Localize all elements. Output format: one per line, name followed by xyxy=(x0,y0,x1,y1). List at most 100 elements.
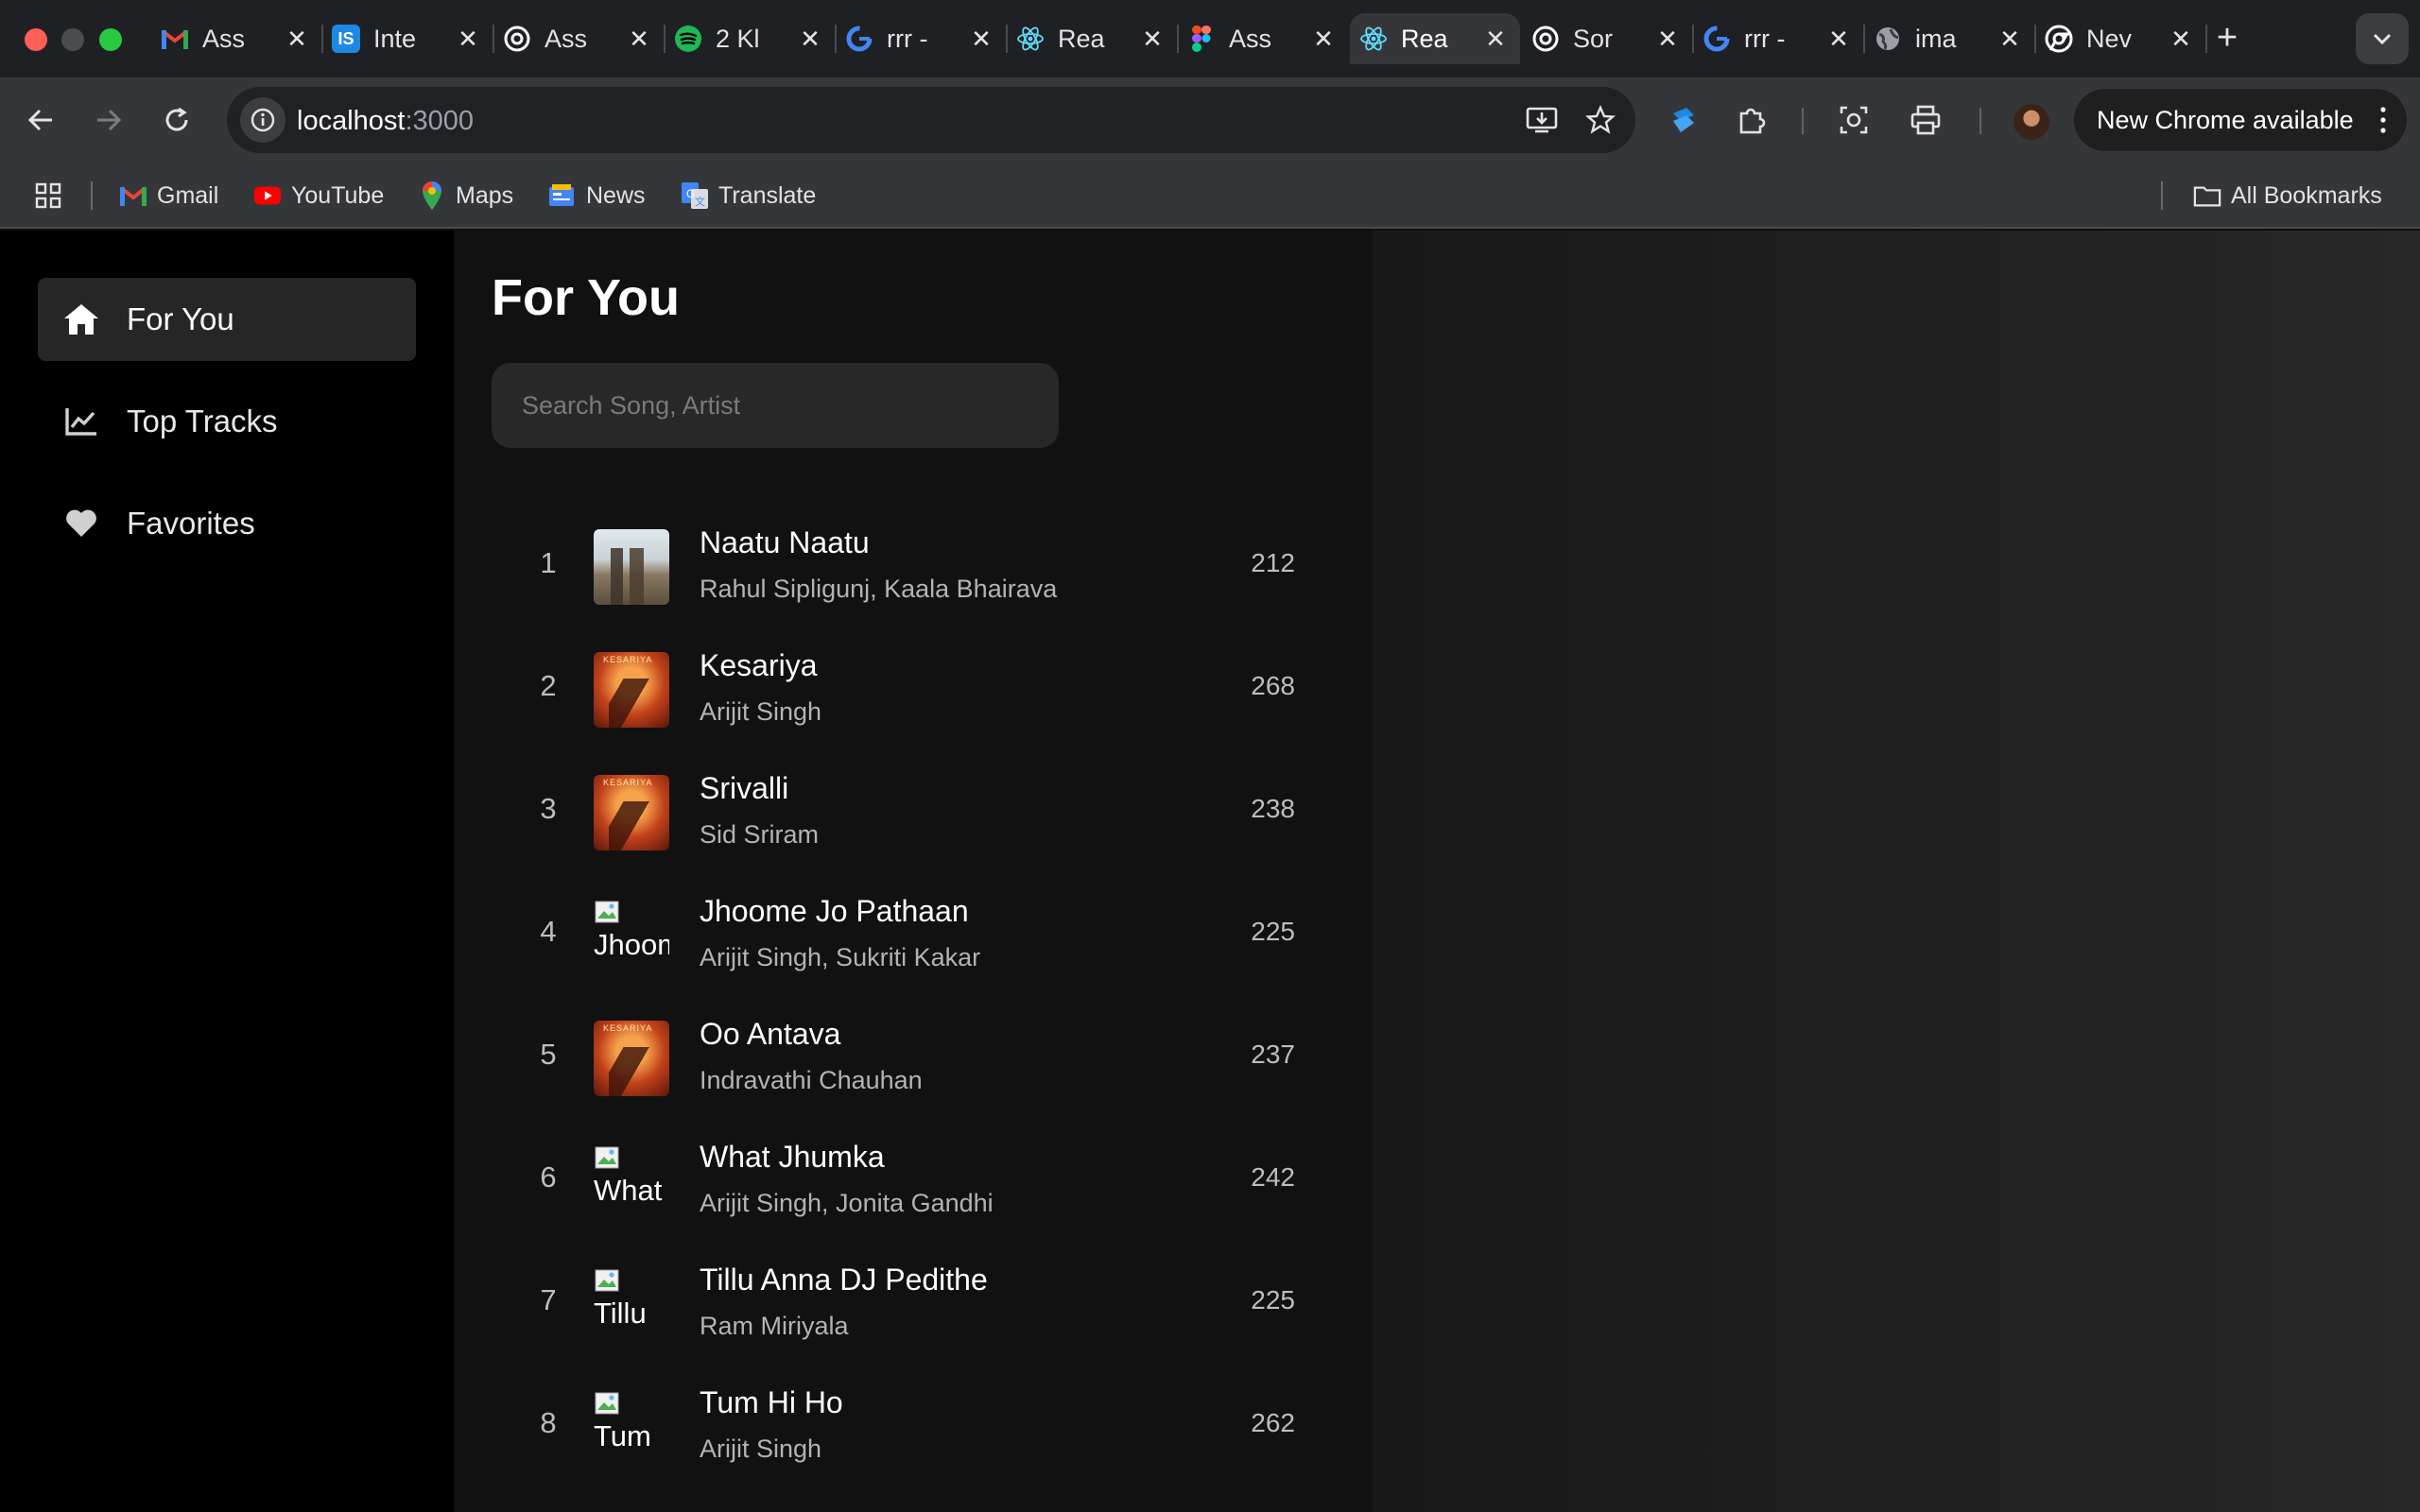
track-title: Oo Antava xyxy=(700,1017,841,1051)
printer-icon xyxy=(1910,105,1941,135)
address-bar[interactable]: localhost:3000 xyxy=(227,87,1635,153)
close-icon[interactable]: ✕ xyxy=(1135,22,1169,56)
tab-search-button[interactable] xyxy=(2356,13,2409,64)
url-text: localhost:3000 xyxy=(297,106,474,137)
back-button[interactable] xyxy=(19,98,62,142)
track-play-count: 225 xyxy=(1251,1285,1295,1314)
new-tab-button[interactable]: + xyxy=(2208,18,2246,58)
window-zoom-button[interactable] xyxy=(99,28,122,51)
sidebar-item-favorites[interactable]: Favorites xyxy=(38,482,416,565)
tab-separator xyxy=(2205,25,2207,53)
reload-button[interactable] xyxy=(155,98,199,142)
forward-button[interactable] xyxy=(87,98,130,142)
tab-title: Inte xyxy=(373,24,417,53)
install-app-button[interactable] xyxy=(1522,100,1562,140)
spotify-icon xyxy=(674,25,702,53)
browser-tab[interactable]: Nev ✕ xyxy=(2035,13,2207,64)
browser-tab[interactable]: Ass ✕ xyxy=(493,13,666,64)
track-row[interactable]: 8 Tum Tum Hi Ho Arijit Singh 262 xyxy=(520,1370,1295,1484)
home-icon xyxy=(62,301,100,338)
puzzle-icon xyxy=(1739,108,1766,134)
bookmark-separator xyxy=(91,181,93,210)
track-artist: Indravathi Chauhan xyxy=(700,1066,923,1094)
bookmark-gmail[interactable]: Gmail xyxy=(119,180,218,212)
browser-tab[interactable]: rrr - ✕ xyxy=(836,13,1008,64)
search-input[interactable] xyxy=(492,363,1059,448)
track-artist: Arijit Singh xyxy=(700,697,822,726)
broken-image-icon xyxy=(595,1146,619,1169)
close-icon[interactable]: ✕ xyxy=(622,22,656,56)
track-play-count: 225 xyxy=(1251,917,1295,946)
browser-tab-active[interactable]: Rea ✕ xyxy=(1350,13,1520,64)
update-chrome-button[interactable]: New Chrome available xyxy=(2074,89,2407,151)
browser-tab[interactable]: ima ✕ xyxy=(1864,13,2036,64)
extensions-button[interactable] xyxy=(1730,98,1773,142)
close-icon[interactable]: ✕ xyxy=(793,22,827,56)
window-close-button[interactable] xyxy=(25,28,47,51)
globe-icon xyxy=(1874,25,1902,53)
tab-title: Ass xyxy=(202,24,246,53)
track-index: 2 xyxy=(540,669,557,702)
react-icon xyxy=(1016,25,1045,53)
browser-tab[interactable]: Sor ✕ xyxy=(1522,13,1694,64)
close-icon[interactable]: ✕ xyxy=(1478,22,1512,56)
close-icon[interactable]: ✕ xyxy=(1993,22,2027,56)
track-cover-image: What xyxy=(594,1143,669,1219)
apps-button[interactable] xyxy=(34,180,72,212)
track-row[interactable]: 5 Oo Antava Indravathi Chauhan 237 xyxy=(520,1002,1295,1115)
close-icon[interactable]: ✕ xyxy=(2164,22,2198,56)
sidebar-item-top-tracks[interactable]: Top Tracks xyxy=(38,380,416,463)
track-play-count: 242 xyxy=(1251,1162,1295,1192)
close-icon[interactable]: ✕ xyxy=(1306,22,1340,56)
track-row[interactable]: 7 Tillu Tillu Anna DJ Pedithe Ram Miriya… xyxy=(520,1247,1295,1361)
cover-alt-text: Tum xyxy=(594,1419,651,1452)
track-index: 6 xyxy=(540,1160,557,1194)
browser-tab[interactable]: Rea ✕ xyxy=(1007,13,1179,64)
browser-tab[interactable]: rrr - ✕ xyxy=(1693,13,1865,64)
close-icon[interactable]: ✕ xyxy=(964,22,998,56)
track-title: Tillu Anna DJ Pedithe xyxy=(700,1263,988,1297)
bookmark-news[interactable]: News xyxy=(548,180,646,212)
track-row[interactable]: 6 What What Jhumka Arijit Singh, Jonita … xyxy=(520,1125,1295,1238)
star-icon xyxy=(1585,105,1616,134)
info-icon xyxy=(251,108,275,132)
track-index: 3 xyxy=(540,792,557,825)
close-icon[interactable]: ✕ xyxy=(280,22,314,56)
bookmark-maps[interactable]: Maps xyxy=(418,180,513,212)
bookmark-star-button[interactable] xyxy=(1581,100,1620,140)
track-play-count: 268 xyxy=(1251,671,1295,700)
window-minimize-button[interactable] xyxy=(61,28,84,51)
youtube-icon xyxy=(253,181,282,210)
more-vert-icon xyxy=(2380,107,2386,133)
track-cover-image: Tillu xyxy=(594,1266,669,1342)
browser-tab[interactable]: IS Inte ✕ xyxy=(322,13,494,64)
bookmark-translate[interactable]: G文 Translate xyxy=(681,180,816,212)
sidebar-item-for-you[interactable]: For You xyxy=(38,278,416,361)
close-icon[interactable]: ✕ xyxy=(1822,22,1856,56)
all-bookmarks-button[interactable]: All Bookmarks xyxy=(2193,180,2382,212)
print-button[interactable] xyxy=(1904,98,1947,142)
broken-image-icon xyxy=(595,1392,619,1415)
track-title: What Jhumka xyxy=(700,1140,885,1174)
track-row[interactable]: 1 Naatu Naatu Rahul Sipligunj, Kaala Bha… xyxy=(520,510,1295,624)
browser-tab[interactable]: Ass ✕ xyxy=(151,13,323,64)
close-icon[interactable]: ✕ xyxy=(1651,22,1685,56)
browser-tab[interactable]: Ass ✕ xyxy=(1178,13,1348,64)
close-icon[interactable]: ✕ xyxy=(451,22,485,56)
extension-button[interactable] xyxy=(1662,98,1705,142)
main-content: For You 1 Naatu Naatu Rahul Sipligunj, K… xyxy=(454,231,1373,1512)
cover-alt-text: Jhoome xyxy=(594,928,669,961)
sidebar-item-label: Top Tracks xyxy=(127,404,278,438)
bookmark-youtube[interactable]: YouTube xyxy=(253,180,384,212)
browser-tab[interactable]: 2 Kl ✕ xyxy=(665,13,837,64)
track-row[interactable]: 2 Kesariya Arijit Singh 268 xyxy=(520,633,1295,747)
track-artist: Ram Miriyala xyxy=(700,1312,849,1340)
track-row[interactable]: 4 Jhoome Jhoome Jo Pathaan Arijit Singh,… xyxy=(520,879,1295,992)
screenshot-button[interactable] xyxy=(1832,98,1876,142)
track-artist: Arijit Singh, Sukriti Kakar xyxy=(700,943,981,971)
track-artist: Arijit Singh xyxy=(700,1435,822,1463)
track-row[interactable]: 3 Srivalli Sid Sriram 238 xyxy=(520,756,1295,869)
bookmark-label: YouTube xyxy=(291,181,385,209)
site-info-button[interactable] xyxy=(240,97,285,143)
profile-avatar[interactable] xyxy=(2014,104,2049,140)
